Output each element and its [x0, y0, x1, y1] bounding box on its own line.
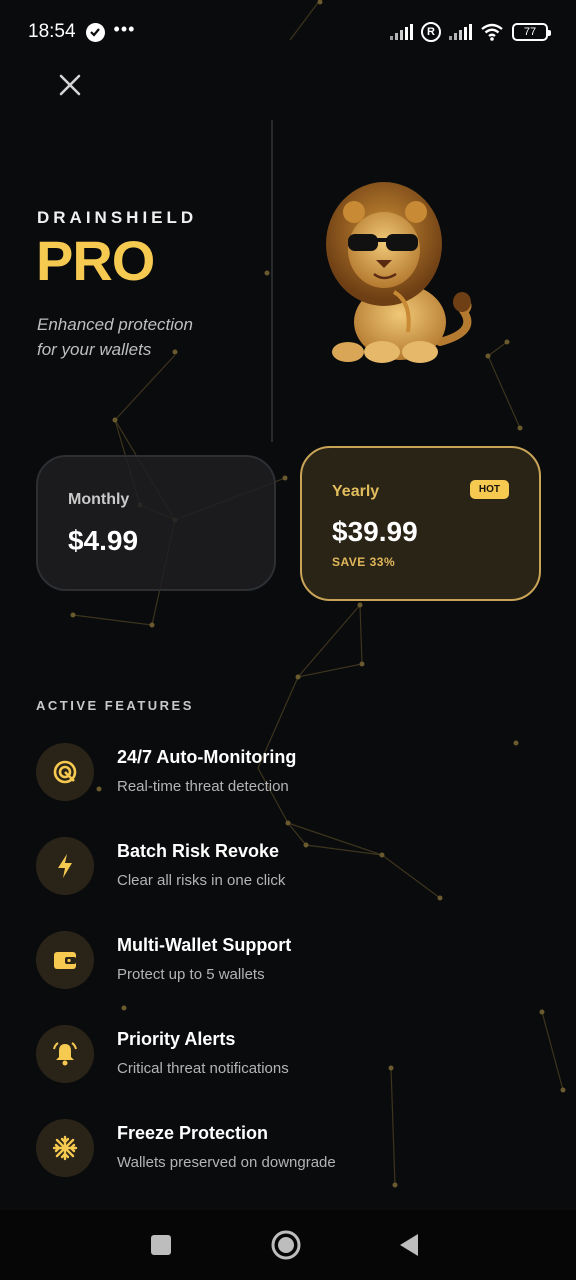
- plan-name: Yearly: [332, 483, 380, 500]
- signal-icon: [390, 24, 413, 40]
- plan-price: $39.99: [332, 516, 418, 547]
- snowflake-icon: [36, 1119, 94, 1177]
- back-triangle-icon: [400, 1234, 418, 1256]
- feature-priority-alerts: Priority Alerts Critical threat notifica…: [36, 1025, 536, 1085]
- plan-price: $4.99: [68, 525, 139, 556]
- signal-icon: [449, 24, 472, 40]
- hot-badge: HOT: [469, 480, 509, 499]
- plan-yearly-card[interactable]: Yearly HOT $39.99 SAVE 33%: [300, 446, 541, 601]
- status-bar: 18:54 ••• R 77: [0, 0, 576, 64]
- radar-icon: [36, 743, 94, 801]
- back-button[interactable]: [394, 1229, 426, 1261]
- status-time: 18:54: [28, 21, 76, 42]
- recents-square-icon: [151, 1235, 171, 1255]
- feature-description: Clear all risks in one click: [117, 872, 286, 889]
- feature-multi-wallet: Multi-Wallet Support Protect up to 5 wal…: [36, 931, 536, 991]
- lion-mascot-icon: [326, 182, 472, 363]
- feature-title: Freeze Protection: [117, 1123, 269, 1143]
- feature-description: Wallets preserved on downgrade: [117, 1154, 336, 1171]
- more-notifications-icon: •••: [113, 19, 136, 39]
- feature-description: Protect up to 5 wallets: [117, 966, 265, 983]
- features-heading: ACTIVE FEATURES: [36, 698, 194, 713]
- bell-icon: [36, 1025, 94, 1083]
- check-circle-icon: [85, 22, 105, 42]
- feature-description: Critical threat notifications: [117, 1060, 289, 1077]
- feature-title: Priority Alerts: [117, 1029, 236, 1049]
- wallet-icon: [36, 931, 94, 989]
- feature-auto-monitoring: 24/7 Auto-Monitoring Real-time threat de…: [36, 743, 536, 803]
- tagline-line-1: Enhanced protection: [37, 315, 193, 334]
- home-button[interactable]: [270, 1229, 302, 1261]
- feature-description: Real-time threat detection: [117, 778, 289, 795]
- recents-button[interactable]: [145, 1229, 177, 1261]
- home-circle-icon: [271, 1230, 301, 1260]
- close-button[interactable]: [52, 67, 88, 103]
- plan-name: Monthly: [68, 491, 130, 508]
- roaming-icon: R: [421, 22, 441, 42]
- battery-level: 77: [523, 26, 537, 38]
- tier-title: PRO: [36, 229, 155, 292]
- tagline-line-2: for your wallets: [37, 340, 152, 359]
- battery-icon: 77: [512, 23, 551, 41]
- plan-savings: SAVE 33%: [332, 555, 396, 569]
- system-nav-bar: [0, 1210, 576, 1280]
- bolt-icon: [36, 837, 94, 895]
- feature-title: 24/7 Auto-Monitoring: [117, 747, 297, 767]
- feature-title: Batch Risk Revoke: [117, 841, 280, 861]
- brand-name: DRAINSHIELD: [37, 208, 198, 227]
- wifi-icon: [481, 23, 503, 41]
- tagline: Enhanced protection for your wallets: [37, 312, 257, 362]
- feature-freeze-protection: Freeze Protection Wallets preserved on d…: [36, 1119, 536, 1179]
- hero-divider: [271, 120, 273, 442]
- feature-batch-revoke: Batch Risk Revoke Clear all risks in one…: [36, 837, 536, 897]
- feature-title: Multi-Wallet Support: [117, 935, 292, 955]
- close-icon: [59, 74, 81, 96]
- plan-monthly-card[interactable]: Monthly $4.99: [36, 455, 276, 591]
- background-constellation: [70, 0, 566, 1188]
